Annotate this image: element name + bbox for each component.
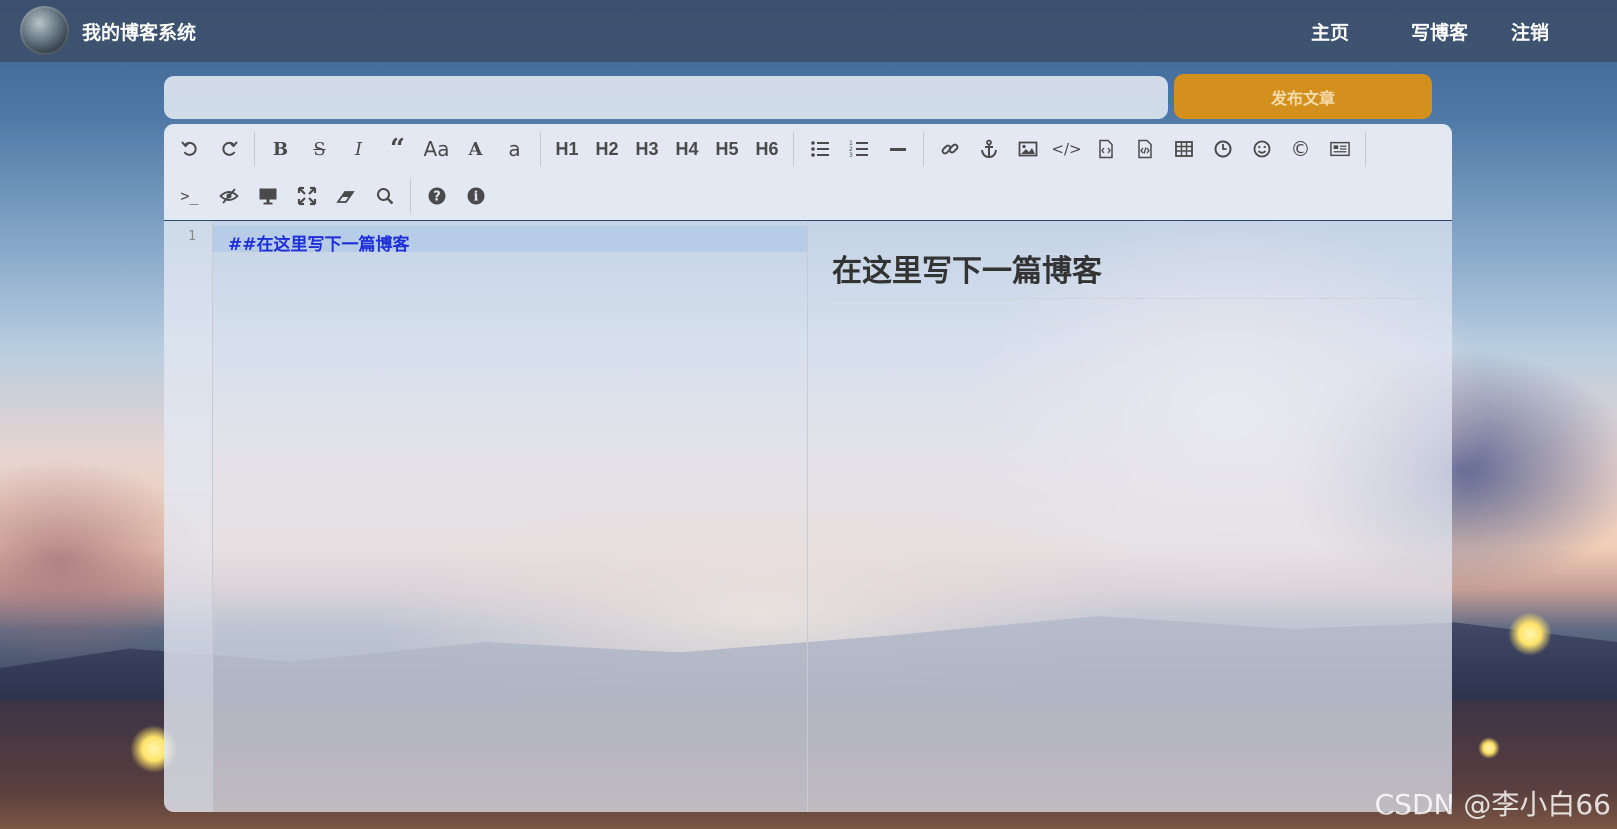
line-number: 1 (188, 229, 196, 244)
html-entities-icon[interactable]: © (1281, 132, 1320, 166)
preview-heading: 在这里写下一篇博客 (832, 246, 1427, 299)
code-line[interactable]: ##在这里写下一篇博客 (228, 230, 410, 255)
heading-4-button[interactable]: H4 (667, 132, 707, 166)
datetime-icon[interactable] (1203, 132, 1242, 166)
search-icon[interactable] (365, 179, 404, 213)
avatar (20, 6, 69, 55)
terminal-icon[interactable]: >_ (170, 179, 209, 213)
watch-toggle-icon[interactable] (209, 179, 248, 213)
markdown-editor: B S I “ Aa A a H1 H2 H3 H4 H5 H6 123 </> (164, 124, 1452, 812)
ucwords-icon[interactable]: A (456, 132, 495, 166)
toolbar-divider (254, 132, 255, 166)
editor-toolbar: B S I “ Aa A a H1 H2 H3 H4 H5 H6 123 </> (164, 124, 1452, 221)
toolbar-divider (540, 132, 541, 166)
toolbar-row-1: B S I “ Aa A a H1 H2 H3 H4 H5 H6 123 </> (170, 129, 1372, 169)
toolbar-divider (793, 132, 794, 166)
watermark: CSDN @李小白66 (1374, 788, 1611, 821)
publish-button[interactable]: 发布文章 (1174, 74, 1432, 119)
emoji-icon[interactable] (1242, 132, 1281, 166)
site-title: 我的博客系统 (82, 22, 197, 44)
toolbar-row-2: >_ ? i (170, 176, 495, 216)
firefly-glow-right (1508, 612, 1552, 656)
strikethrough-icon[interactable]: S (300, 132, 339, 166)
image-icon[interactable] (1008, 132, 1047, 166)
info-icon[interactable]: i (456, 179, 495, 213)
markdown-preview-pane: 在这里写下一篇博客 (808, 221, 1452, 812)
fullscreen-icon[interactable] (287, 179, 326, 213)
undo-icon[interactable] (170, 132, 209, 166)
nav-home-link[interactable]: 主页 (1311, 18, 1349, 45)
unordered-list-icon[interactable] (800, 132, 839, 166)
heading-3-button[interactable]: H3 (627, 132, 667, 166)
markdown-code-pane[interactable]: ##在这里写下一篇博客 (213, 221, 808, 812)
svg-text:i: i (473, 190, 478, 205)
toolbar-divider (410, 179, 411, 213)
toolbar-divider (923, 132, 924, 166)
nav-write-blog-link[interactable]: 写博客 (1411, 18, 1468, 45)
heading-5-button[interactable]: H5 (707, 132, 747, 166)
bold-icon[interactable]: B (261, 132, 300, 166)
heading-1-button[interactable]: H1 (547, 132, 587, 166)
link-icon[interactable] (930, 132, 969, 166)
line-number-gutter: 1 (164, 221, 213, 812)
svg-text:3: 3 (849, 152, 853, 159)
clear-icon[interactable] (326, 179, 365, 213)
pagebreak-icon[interactable] (1320, 132, 1359, 166)
code-block-icon[interactable] (1086, 132, 1125, 166)
quote-icon[interactable]: “ (378, 132, 417, 166)
lowercase-icon[interactable]: a (495, 132, 534, 166)
code-icon[interactable]: </> (1047, 132, 1086, 166)
top-navbar: 我的博客系统 主页 写博客 注销 (0, 0, 1617, 62)
code-block-alt-icon[interactable] (1125, 132, 1164, 166)
horizontal-rule-icon[interactable] (878, 132, 917, 166)
uppercase-icon[interactable]: Aa (417, 132, 456, 166)
table-icon[interactable] (1164, 132, 1203, 166)
article-title-input[interactable] (164, 76, 1168, 119)
heading-6-button[interactable]: H6 (747, 132, 787, 166)
firefly-glow-small (1478, 737, 1500, 759)
redo-icon[interactable] (209, 132, 248, 166)
nav-logout-link[interactable]: 注销 (1511, 18, 1549, 45)
anchor-icon[interactable] (969, 132, 1008, 166)
preview-icon[interactable] (248, 179, 287, 213)
italic-icon[interactable]: I (339, 132, 378, 166)
svg-text:?: ? (433, 190, 441, 205)
ordered-list-icon[interactable]: 123 (839, 132, 878, 166)
heading-2-button[interactable]: H2 (587, 132, 627, 166)
toolbar-divider (1365, 132, 1366, 166)
help-icon[interactable]: ? (417, 179, 456, 213)
